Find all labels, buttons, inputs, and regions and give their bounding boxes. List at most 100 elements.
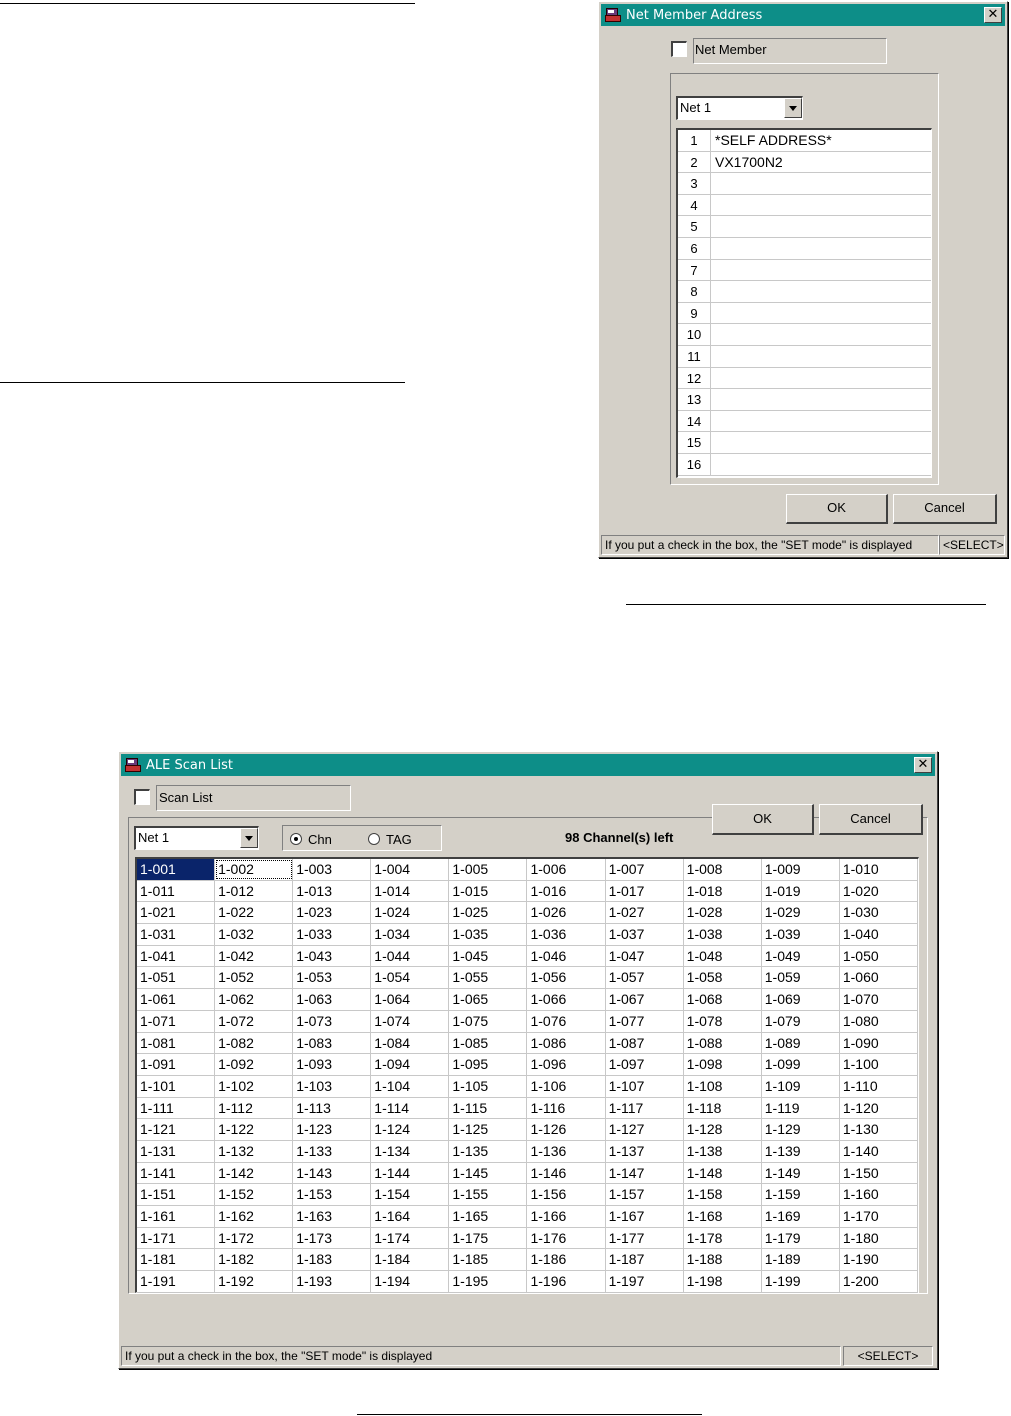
channel-cell[interactable]: 1-102 xyxy=(215,1075,294,1097)
channel-cell[interactable]: 1-167 xyxy=(606,1206,684,1227)
title-bar[interactable]: Net Member Address ✕ xyxy=(601,4,1005,26)
channel-cell[interactable]: 1-051 xyxy=(137,967,216,989)
radio-chn[interactable]: Chn xyxy=(290,832,332,847)
channel-cell[interactable]: 1-015 xyxy=(449,880,528,902)
channel-cell[interactable]: 1-066 xyxy=(527,989,606,1010)
member-address-cell[interactable] xyxy=(711,389,931,410)
channel-cell[interactable]: 1-198 xyxy=(684,1271,762,1292)
channel-cell[interactable]: 1-065 xyxy=(449,989,528,1010)
channel-cell[interactable]: 1-086 xyxy=(527,1032,606,1054)
channel-cell[interactable]: 1-173 xyxy=(293,1227,372,1249)
channel-cell[interactable]: 1-126 xyxy=(527,1119,606,1140)
ok-button[interactable]: OK xyxy=(786,494,888,524)
channel-cell[interactable]: 1-166 xyxy=(527,1206,606,1227)
channel-cell[interactable]: 1-009 xyxy=(762,859,840,880)
channel-cell[interactable]: 1-151 xyxy=(137,1184,216,1205)
member-address-cell[interactable] xyxy=(711,368,931,389)
table-row[interactable]: 7 xyxy=(678,259,931,282)
channel-cell[interactable]: 1-060 xyxy=(840,967,918,989)
table-row[interactable]: 5 xyxy=(678,216,931,238)
channel-cell[interactable]: 1-039 xyxy=(762,924,840,945)
channel-cell[interactable]: 1-171 xyxy=(137,1227,216,1249)
table-row[interactable]: 15 xyxy=(678,432,931,454)
member-address-cell[interactable] xyxy=(711,238,931,259)
channel-cell[interactable]: 1-129 xyxy=(762,1119,840,1140)
channel-cell[interactable]: 1-174 xyxy=(371,1227,450,1249)
channel-cell[interactable]: 1-016 xyxy=(527,880,606,902)
channel-cell[interactable]: 1-018 xyxy=(684,880,762,902)
cancel-button[interactable]: Cancel xyxy=(819,804,923,835)
channel-cell[interactable]: 1-137 xyxy=(606,1140,684,1162)
table-row[interactable]: 16 xyxy=(678,453,931,476)
table-row[interactable]: 4 xyxy=(678,194,931,217)
channel-cell[interactable]: 1-044 xyxy=(371,945,450,967)
channel-cell[interactable]: 1-150 xyxy=(840,1162,918,1184)
member-address-cell[interactable] xyxy=(711,324,931,345)
channel-cell[interactable]: 1-070 xyxy=(840,989,918,1010)
channel-cell[interactable]: 1-142 xyxy=(215,1162,294,1184)
channel-cell[interactable]: 1-089 xyxy=(762,1032,840,1054)
radio-chn-dot[interactable] xyxy=(290,833,302,845)
channel-cell[interactable]: 1-164 xyxy=(371,1206,450,1227)
net-select[interactable]: Net 1 xyxy=(134,826,259,850)
channel-cell[interactable]: 1-178 xyxy=(684,1227,762,1249)
channel-cell[interactable]: 1-014 xyxy=(371,880,450,902)
channel-cell[interactable]: 1-177 xyxy=(606,1227,684,1249)
table-row[interactable]: 9 xyxy=(678,302,931,325)
channel-cell[interactable]: 1-104 xyxy=(371,1075,450,1097)
channel-cell[interactable]: 1-080 xyxy=(840,1010,918,1032)
channel-cell[interactable]: 1-059 xyxy=(762,967,840,989)
channel-cell[interactable]: 1-096 xyxy=(527,1054,606,1075)
channel-cell[interactable]: 1-099 xyxy=(762,1054,840,1075)
channel-cell[interactable]: 1-194 xyxy=(371,1271,450,1292)
channel-cell[interactable]: 1-144 xyxy=(371,1162,450,1184)
channel-cell[interactable]: 1-088 xyxy=(684,1032,762,1054)
channel-cell[interactable]: 1-013 xyxy=(293,880,372,902)
channel-cell[interactable]: 1-184 xyxy=(371,1249,450,1271)
channel-cell[interactable]: 1-068 xyxy=(684,989,762,1010)
channel-cell[interactable]: 1-170 xyxy=(840,1206,918,1227)
channel-cell[interactable]: 1-001 xyxy=(137,859,216,880)
channel-cell[interactable]: 1-192 xyxy=(215,1271,294,1292)
channel-cell[interactable]: 1-120 xyxy=(840,1097,918,1119)
channel-cell[interactable]: 1-155 xyxy=(449,1184,528,1205)
channel-cell[interactable]: 1-061 xyxy=(137,989,216,1010)
channel-cell[interactable]: 1-034 xyxy=(371,924,450,945)
channel-cell[interactable]: 1-082 xyxy=(215,1032,294,1054)
channel-cell[interactable]: 1-049 xyxy=(762,945,840,967)
channel-cell[interactable]: 1-188 xyxy=(684,1249,762,1271)
channel-cell[interactable]: 1-069 xyxy=(762,989,840,1010)
channel-cell[interactable]: 1-030 xyxy=(840,902,918,924)
channel-cell[interactable]: 1-128 xyxy=(684,1119,762,1140)
channel-cell[interactable]: 1-007 xyxy=(606,859,684,880)
channel-cell[interactable]: 1-103 xyxy=(293,1075,372,1097)
channel-cell[interactable]: 1-106 xyxy=(527,1075,606,1097)
channel-cell[interactable]: 1-124 xyxy=(371,1119,450,1140)
channel-cell[interactable]: 1-111 xyxy=(137,1097,216,1119)
channel-cell[interactable]: 1-118 xyxy=(684,1097,762,1119)
channel-cell[interactable]: 1-200 xyxy=(840,1271,918,1292)
channel-cell[interactable]: 1-101 xyxy=(137,1075,216,1097)
channel-cell[interactable]: 1-054 xyxy=(371,967,450,989)
channel-cell[interactable]: 1-172 xyxy=(215,1227,294,1249)
channel-cell[interactable]: 1-076 xyxy=(527,1010,606,1032)
channel-cell[interactable]: 1-098 xyxy=(684,1054,762,1075)
channel-cell[interactable]: 1-006 xyxy=(527,859,606,880)
channel-cell[interactable]: 1-127 xyxy=(606,1119,684,1140)
table-row[interactable]: 8 xyxy=(678,281,931,303)
channel-cell[interactable]: 1-078 xyxy=(684,1010,762,1032)
channel-cell[interactable]: 1-083 xyxy=(293,1032,372,1054)
channel-cell[interactable]: 1-095 xyxy=(449,1054,528,1075)
channel-cell[interactable]: 1-072 xyxy=(215,1010,294,1032)
channel-cell[interactable]: 1-149 xyxy=(762,1162,840,1184)
channel-cell[interactable]: 1-008 xyxy=(684,859,762,880)
close-button[interactable]: ✕ xyxy=(914,757,932,773)
channel-cell[interactable]: 1-136 xyxy=(527,1140,606,1162)
channel-cell[interactable]: 1-185 xyxy=(449,1249,528,1271)
channel-cell[interactable]: 1-197 xyxy=(606,1271,684,1292)
channel-cell[interactable]: 1-125 xyxy=(449,1119,528,1140)
member-address-cell[interactable] xyxy=(711,346,931,367)
channel-cell[interactable]: 1-073 xyxy=(293,1010,372,1032)
channel-cell[interactable]: 1-159 xyxy=(762,1184,840,1205)
channel-cell[interactable]: 1-043 xyxy=(293,945,372,967)
